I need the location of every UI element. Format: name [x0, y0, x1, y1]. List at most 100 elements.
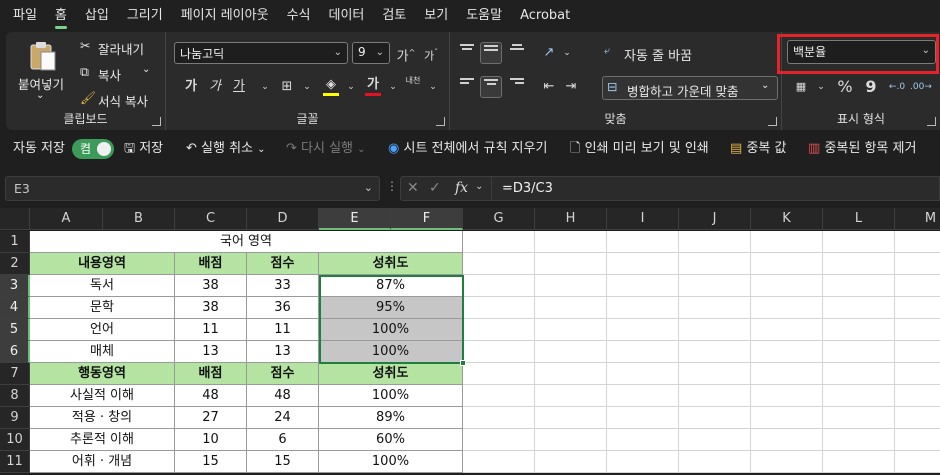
empty-cell[interactable]	[823, 341, 895, 363]
menu-item[interactable]: 도움말	[457, 0, 511, 32]
empty-cell[interactable]	[463, 363, 535, 385]
column-header-b[interactable]: B	[103, 208, 175, 230]
align-bottom-icon[interactable]	[506, 42, 528, 64]
phonetic-button[interactable]: 내천	[402, 76, 424, 98]
empty-cell[interactable]	[751, 451, 823, 473]
empty-cell[interactable]	[463, 231, 535, 253]
empty-cell[interactable]	[679, 253, 751, 275]
decrease-indent-icon[interactable]: ⇤	[538, 76, 560, 98]
percent-style-button[interactable]: %	[834, 76, 856, 98]
table-cell[interactable]: 매체	[30, 341, 175, 363]
empty-cell[interactable]	[535, 407, 607, 429]
empty-cell[interactable]	[895, 407, 940, 429]
empty-cell[interactable]	[679, 275, 751, 297]
empty-cell[interactable]	[679, 429, 751, 451]
chevron-down-icon[interactable]: ⌄	[382, 76, 404, 98]
align-middle-icon[interactable]	[480, 42, 502, 64]
table-cell[interactable]: 95%	[319, 297, 463, 319]
table-cell[interactable]: 15	[175, 451, 247, 473]
empty-cell[interactable]	[607, 319, 679, 341]
table-cell[interactable]: 11	[175, 319, 247, 341]
number-format-dropdown[interactable]: 백분율 ⌄	[787, 40, 936, 64]
cancel-icon[interactable]: ✕	[407, 180, 419, 196]
empty-cell[interactable]	[535, 253, 607, 275]
row-header-2[interactable]: 2	[0, 253, 30, 275]
formula-input[interactable]: =D3/C3	[492, 176, 940, 201]
row-header-6[interactable]: 6	[0, 341, 30, 363]
row-header-10[interactable]: 10	[0, 429, 30, 451]
empty-cell[interactable]	[751, 319, 823, 341]
empty-cell[interactable]	[607, 385, 679, 407]
increase-indent-icon[interactable]: ⇥	[560, 76, 582, 98]
column-header-h[interactable]: H	[535, 208, 607, 230]
menu-item[interactable]: Acrobat	[511, 0, 579, 32]
table-cell[interactable]: 24	[247, 407, 319, 429]
empty-cell[interactable]	[823, 297, 895, 319]
fill-handle[interactable]	[460, 360, 466, 366]
underline-button[interactable]: 가	[228, 76, 250, 98]
empty-cell[interactable]	[463, 341, 535, 363]
table-cell[interactable]: 100%	[319, 341, 463, 363]
table-cell[interactable]: 어휘 · 개념	[30, 451, 175, 473]
table-cell[interactable]: 36	[247, 297, 319, 319]
empty-cell[interactable]	[535, 385, 607, 407]
column-header-c[interactable]: C	[175, 208, 247, 230]
table-cell[interactable]: 사실적 이해	[30, 385, 175, 407]
column-header-d[interactable]: D	[247, 208, 319, 230]
dialog-launcher-icon[interactable]	[927, 117, 936, 126]
empty-cell[interactable]	[679, 297, 751, 319]
table-header[interactable]: 배점	[175, 363, 247, 385]
empty-cell[interactable]	[607, 429, 679, 451]
empty-cell[interactable]	[895, 363, 940, 385]
table-cell[interactable]: 33	[247, 275, 319, 297]
empty-cell[interactable]	[895, 319, 940, 341]
table-header[interactable]: 내용영역	[30, 253, 175, 275]
empty-cell[interactable]	[751, 407, 823, 429]
empty-cell[interactable]	[895, 253, 940, 275]
table-cell[interactable]: 100%	[319, 451, 463, 473]
chevron-down-icon[interactable]: ⌄	[810, 76, 832, 98]
table-cell[interactable]: 100%	[319, 319, 463, 341]
dialog-launcher-icon[interactable]	[436, 117, 445, 126]
borders-icon[interactable]: ⊞	[276, 76, 298, 98]
empty-cell[interactable]	[535, 341, 607, 363]
accounting-format-icon[interactable]: ▦	[790, 76, 812, 98]
copy-button[interactable]: ⧉ 복사 ⌄	[78, 64, 158, 84]
empty-cell[interactable]	[463, 253, 535, 275]
table-cell[interactable]: 13	[175, 341, 247, 363]
row-header-3[interactable]: 3	[0, 275, 30, 297]
table-cell[interactable]: 문학	[30, 297, 175, 319]
chevron-down-icon[interactable]: ⌄	[296, 76, 318, 98]
empty-cell[interactable]	[679, 451, 751, 473]
empty-cell[interactable]	[679, 385, 751, 407]
column-header-k[interactable]: K	[751, 208, 823, 230]
empty-cell[interactable]	[607, 275, 679, 297]
table-cell[interactable]: 27	[175, 407, 247, 429]
comma-style-button[interactable]: 9	[860, 76, 882, 98]
empty-cell[interactable]	[535, 231, 607, 253]
table-cell[interactable]: 38	[175, 275, 247, 297]
table-cell[interactable]: 10	[175, 429, 247, 451]
menu-item[interactable]: 그리기	[118, 0, 172, 32]
chevron-down-icon[interactable]: ⌄	[254, 76, 276, 98]
table-cell[interactable]: 87%	[319, 275, 463, 297]
empty-cell[interactable]	[607, 253, 679, 275]
print-preview-button[interactable]: 🗋 인쇄 미리 보기 및 인쇄	[570, 133, 709, 165]
table-cell[interactable]: 48	[247, 385, 319, 407]
row-header-4[interactable]: 4	[0, 297, 30, 319]
chevron-down-icon[interactable]: ⌄	[340, 76, 362, 98]
empty-cell[interactable]	[607, 231, 679, 253]
menu-item[interactable]: 삽입	[76, 0, 118, 32]
empty-cell[interactable]	[607, 363, 679, 385]
table-header[interactable]: 행동영역	[30, 363, 175, 385]
undo-button[interactable]: ↶ 실행 취소 ⌄	[186, 133, 266, 165]
row-header-1[interactable]: 1	[0, 231, 30, 253]
align-center-icon[interactable]	[480, 76, 502, 98]
row-header-11[interactable]: 11	[0, 451, 30, 473]
row-header-7[interactable]: 7	[0, 363, 30, 385]
format-painter-button[interactable]: 🖌 서식 복사	[78, 90, 162, 110]
table-cell[interactable]: 6	[247, 429, 319, 451]
table-cell[interactable]: 100%	[319, 385, 463, 407]
table-cell[interactable]: 89%	[319, 407, 463, 429]
empty-cell[interactable]	[535, 297, 607, 319]
